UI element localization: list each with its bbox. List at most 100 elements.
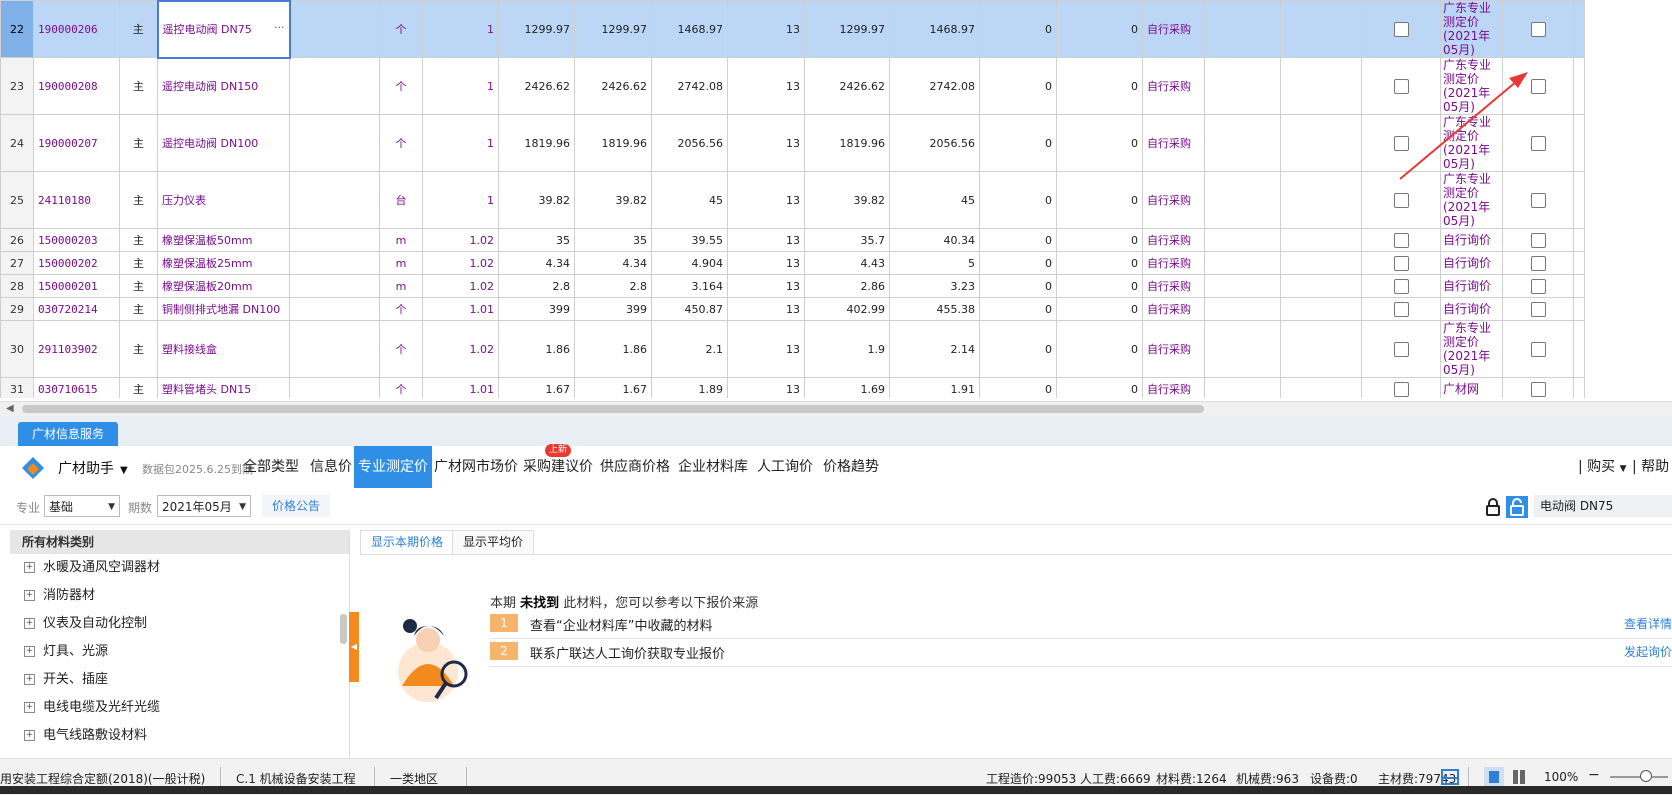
price-source[interactable]: 广东专业测定价(2021年05月) (1440, 0, 1503, 58)
expand-icon[interactable]: + (24, 590, 35, 601)
expand-icon[interactable]: + (24, 646, 35, 657)
checkbox[interactable] (1530, 278, 1546, 294)
amount-2[interactable]: 0 (1056, 57, 1143, 115)
empty-cell[interactable] (1280, 171, 1362, 229)
select-checkbox-cell[interactable] (1502, 57, 1574, 115)
material-unit[interactable]: 个 (379, 320, 423, 378)
quantity[interactable]: 1.02 (422, 228, 499, 252)
unlock-icon[interactable] (1506, 496, 1528, 518)
amount-2[interactable]: 0 (1056, 274, 1143, 298)
tax-rate[interactable]: 13 (727, 297, 805, 321)
material-kind[interactable]: 主 (119, 57, 158, 115)
price-1[interactable]: 35 (498, 228, 575, 252)
tax-rate[interactable]: 13 (727, 251, 805, 275)
amount-2[interactable]: 0 (1056, 228, 1143, 252)
price-source[interactable]: 广东专业测定价(2021年05月) (1440, 57, 1503, 115)
material-kind[interactable]: 主 (119, 320, 158, 378)
empty-cell[interactable] (1280, 251, 1362, 275)
material-unit[interactable]: 个 (379, 297, 423, 321)
checkbox[interactable] (1393, 232, 1409, 248)
price-5[interactable]: 2.14 (889, 320, 980, 378)
amount-1[interactable]: 0 (979, 171, 1057, 229)
checkbox[interactable] (1393, 21, 1409, 37)
empty-cell[interactable] (1280, 228, 1362, 252)
category-item[interactable]: + 开关、插座 (10, 666, 349, 694)
category-item[interactable]: + 电气线路敷设材料 (10, 722, 349, 750)
empty-cell[interactable] (1280, 377, 1362, 398)
price-3[interactable]: 39.55 (651, 228, 728, 252)
material-code[interactable]: 150000202 (33, 251, 120, 275)
material-code[interactable]: 190000208 (33, 57, 120, 115)
empty-cell[interactable] (1204, 228, 1281, 252)
amount-2[interactable]: 0 (1056, 320, 1143, 378)
material-spec[interactable] (289, 297, 380, 321)
price-4[interactable]: 35.7 (804, 228, 890, 252)
row-number[interactable]: 29 (0, 297, 34, 321)
material-spec[interactable] (289, 0, 380, 58)
material-kind[interactable]: 主 (119, 377, 158, 398)
empty-cell[interactable] (1573, 0, 1585, 58)
price-1[interactable]: 2.8 (498, 274, 575, 298)
lock-checkbox-cell[interactable] (1361, 228, 1441, 252)
price-3[interactable]: 1.89 (651, 377, 728, 398)
checkbox[interactable] (1530, 192, 1546, 208)
table-row[interactable]: 28 150000201 主 橡塑保温板20mm m 1.02 2.8 2.8 3.164 13 2… (0, 274, 1585, 298)
panel-tab-info-service[interactable]: 广材信息服务 (18, 422, 119, 446)
material-code[interactable]: 291103902 (33, 320, 120, 378)
material-code[interactable]: 190000206 (33, 0, 120, 58)
table-row[interactable]: 29 030720214 主 铜制侧排式地漏 DN100 个 1.01 399 399 450.… (0, 297, 1585, 321)
empty-cell[interactable] (1573, 320, 1585, 378)
price-3[interactable]: 450.87 (651, 297, 728, 321)
material-kind[interactable]: 主 (119, 171, 158, 229)
table-row[interactable]: 31 030710615 主 塑料管堵头 DN15 个 1.01 1.67 1.67 1.89 1… (0, 377, 1585, 398)
lock-checkbox-cell[interactable] (1361, 114, 1441, 172)
table-row[interactable]: 24 190000207 主 遥控电动阀 DN100 个 1 1819.96 1819.96 2… (0, 114, 1585, 172)
help-button[interactable]: | 帮助 (1632, 446, 1669, 488)
empty-cell[interactable] (1204, 297, 1281, 321)
row-number[interactable]: 31 (0, 377, 34, 398)
scroll-left-icon[interactable]: ◀ (6, 403, 14, 414)
select-checkbox-cell[interactable] (1502, 0, 1574, 58)
material-unit[interactable]: m (379, 228, 423, 252)
empty-cell[interactable] (1573, 171, 1585, 229)
empty-cell[interactable] (1280, 274, 1362, 298)
select-checkbox-cell[interactable] (1502, 320, 1574, 378)
horizontal-scrollbar[interactable]: ◀ (0, 401, 1672, 416)
material-name[interactable]: 橡塑保温板25mm (157, 251, 290, 275)
material-unit[interactable]: 台 (379, 171, 423, 229)
material-name[interactable]: 遥控电动阀 DN75 ··· (156, 0, 291, 59)
empty-cell[interactable] (1573, 228, 1585, 252)
category-item[interactable]: + 仪表及自动化控制 (10, 610, 349, 638)
material-name[interactable]: 遥控电动阀 DN100 (157, 114, 290, 172)
category-item[interactable]: + 水暖及通风空调器材 (10, 554, 349, 582)
empty-cell[interactable] (1204, 320, 1281, 378)
material-spec[interactable] (289, 171, 380, 229)
material-spec[interactable] (289, 57, 380, 115)
checkbox[interactable] (1530, 341, 1546, 357)
select-checkbox-cell[interactable] (1502, 251, 1574, 275)
price-3[interactable]: 1468.97 (651, 0, 728, 58)
quantity[interactable]: 1 (422, 114, 499, 172)
amount-2[interactable]: 0 (1056, 0, 1143, 58)
empty-cell[interactable] (1573, 114, 1585, 172)
material-code[interactable]: 190000207 (33, 114, 120, 172)
brand-menu[interactable]: 广材助手 ▼ (58, 458, 128, 478)
checkbox[interactable] (1530, 255, 1546, 271)
quantity[interactable]: 1.02 (422, 251, 499, 275)
amount-1[interactable]: 0 (979, 57, 1057, 115)
checkbox[interactable] (1530, 78, 1546, 94)
material-kind[interactable]: 主 (119, 297, 158, 321)
row-number[interactable]: 25 (0, 171, 34, 229)
amount-1[interactable]: 0 (979, 297, 1057, 321)
checkbox[interactable] (1530, 135, 1546, 151)
material-kind[interactable]: 主 (119, 0, 158, 58)
more-icon[interactable]: ··· (274, 21, 285, 34)
expand-icon[interactable]: + (24, 618, 35, 629)
material-unit[interactable]: 个 (379, 57, 423, 115)
view-details-link[interactable]: 查看详情 (1624, 615, 1672, 632)
expand-icon[interactable]: + (24, 674, 35, 685)
material-name[interactable]: 橡塑保温板50mm (157, 228, 290, 252)
empty-cell[interactable] (1280, 114, 1362, 172)
empty-cell[interactable] (1204, 274, 1281, 298)
tax-rate[interactable]: 13 (727, 320, 805, 378)
